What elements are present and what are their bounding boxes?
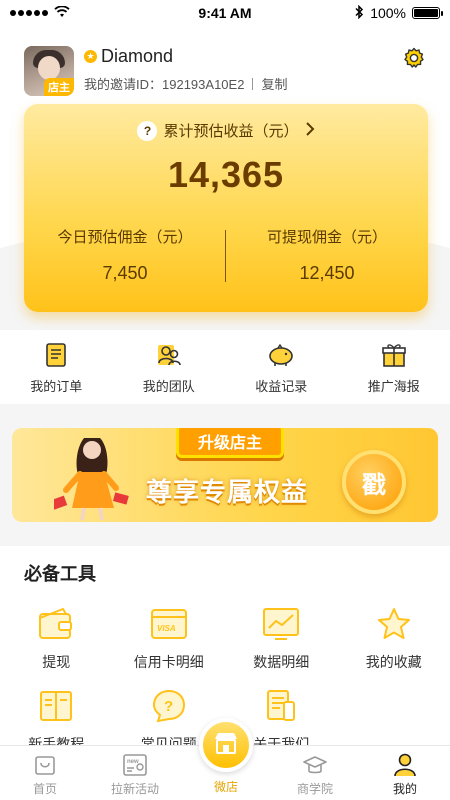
- new-activity-icon: new: [122, 752, 148, 778]
- svg-text:VISA: VISA: [157, 624, 176, 633]
- tool-tutorial[interactable]: 新手教程: [0, 686, 113, 754]
- withdraw-value: 12,450: [299, 263, 355, 283]
- shop-icon: [212, 730, 240, 761]
- user-name: Diamond: [101, 46, 174, 66]
- tab-label: 首页: [32, 782, 57, 796]
- star-icon: [374, 604, 414, 644]
- today-earnings[interactable]: 今日预估佣金（元） 7,450: [24, 226, 226, 284]
- tool-withdraw[interactable]: 提现: [0, 604, 113, 672]
- quick-item-team[interactable]: 我的团队: [113, 330, 226, 404]
- tool-label: 提现: [42, 654, 71, 670]
- signal-icon: [10, 10, 48, 16]
- credit-card-icon: VISA: [149, 604, 189, 644]
- svg-text:?: ?: [164, 698, 173, 715]
- chevron-right-icon: [305, 121, 315, 140]
- status-time: 9:41 AM: [198, 5, 252, 21]
- svg-text:new: new: [127, 759, 139, 765]
- tab-shop-label: 微店: [213, 780, 238, 794]
- chart-icon: [261, 604, 301, 644]
- invite-id: 192193A10E2: [162, 77, 245, 92]
- earnings-title: 累计预估收益（元）: [163, 123, 299, 140]
- tool-credit-card[interactable]: VISA 信用卡明细: [113, 604, 226, 672]
- tools-title: 必备工具: [24, 560, 100, 586]
- invite-label: 我的邀请ID：: [84, 77, 163, 92]
- banner-poke-button[interactable]: 戳: [342, 450, 406, 514]
- banner-ribbon: 升级店主: [176, 428, 284, 458]
- tab-mine[interactable]: 我的: [360, 746, 450, 800]
- piggy-bank-icon: [266, 340, 296, 370]
- earnings-card: ? 累计预估收益（元） 14,365 今日预估佣金（元） 7,450 可提现佣金…: [24, 104, 428, 312]
- battery-percent: 100%: [370, 5, 406, 21]
- profile-section: 店主 ★ Diamond 我的邀请ID：192193A10E2 复制: [24, 46, 287, 96]
- avatar[interactable]: 店主: [24, 46, 74, 96]
- banner-title: 尊享专属权益: [146, 477, 309, 507]
- team-icon: [154, 340, 184, 370]
- quick-label: 推广海报: [367, 379, 420, 394]
- tab-shop[interactable]: [199, 718, 253, 772]
- tab-label: 拉新活动: [110, 782, 159, 796]
- shop-owner-tag: 店主: [44, 78, 74, 96]
- gift-icon: [379, 340, 409, 370]
- tool-data-detail[interactable]: 数据明细: [225, 604, 338, 672]
- question-icon: ?: [149, 686, 189, 726]
- tab-academy[interactable]: 商学院: [270, 746, 360, 800]
- quick-actions: 我的订单 我的团队 收益记录 推广海报: [0, 330, 450, 404]
- upgrade-banner[interactable]: 升级店主 尊享专属权益 戳: [12, 428, 438, 522]
- battery-icon: [412, 7, 443, 19]
- earnings-total: 14,365: [167, 154, 285, 195]
- quick-item-earnings-record[interactable]: 收益记录: [225, 330, 338, 404]
- status-bar: 9:41 AM 100%: [0, 0, 450, 26]
- bluetooth-icon: [354, 4, 364, 22]
- tab-new-activity[interactable]: new 拉新活动: [90, 746, 180, 800]
- tool-label: 信用卡明细: [133, 654, 204, 670]
- quick-label: 我的团队: [142, 379, 195, 394]
- book-icon: [36, 686, 76, 726]
- copy-button[interactable]: 复制: [261, 74, 287, 93]
- earnings-title-link[interactable]: ? 累计预估收益（元）: [24, 120, 428, 141]
- document-icon: [261, 686, 301, 726]
- tool-label: 数据明细: [253, 654, 310, 670]
- quick-label: 我的订单: [30, 379, 83, 394]
- wifi-icon: [54, 5, 70, 21]
- graduation-cap-icon: [302, 752, 328, 778]
- tool-favorites[interactable]: 我的收藏: [338, 604, 450, 672]
- question-icon[interactable]: ?: [137, 120, 158, 141]
- today-label: 今日预估佣金（元）: [57, 229, 193, 246]
- settings-gear-icon[interactable]: [402, 46, 426, 70]
- tool-label: 我的收藏: [365, 654, 422, 670]
- withdraw-label: 可提现佣金（元）: [266, 229, 387, 246]
- tab-label: 我的: [392, 782, 417, 796]
- tab-home[interactable]: 首页: [0, 746, 90, 800]
- wallet-icon: [36, 604, 76, 644]
- girl-illustration: [54, 438, 129, 521]
- home-icon: [32, 752, 58, 778]
- quick-item-orders[interactable]: 我的订单: [0, 330, 113, 404]
- star-icon: ★: [84, 50, 97, 63]
- quick-item-poster[interactable]: 推广海报: [338, 330, 450, 404]
- quick-label: 收益记录: [255, 379, 308, 394]
- withdrawable-earnings[interactable]: 可提现佣金（元） 12,450: [226, 226, 428, 284]
- user-icon: [392, 752, 418, 778]
- today-value: 7,450: [102, 263, 148, 283]
- order-icon: [41, 340, 71, 370]
- tab-label: 商学院: [296, 782, 333, 796]
